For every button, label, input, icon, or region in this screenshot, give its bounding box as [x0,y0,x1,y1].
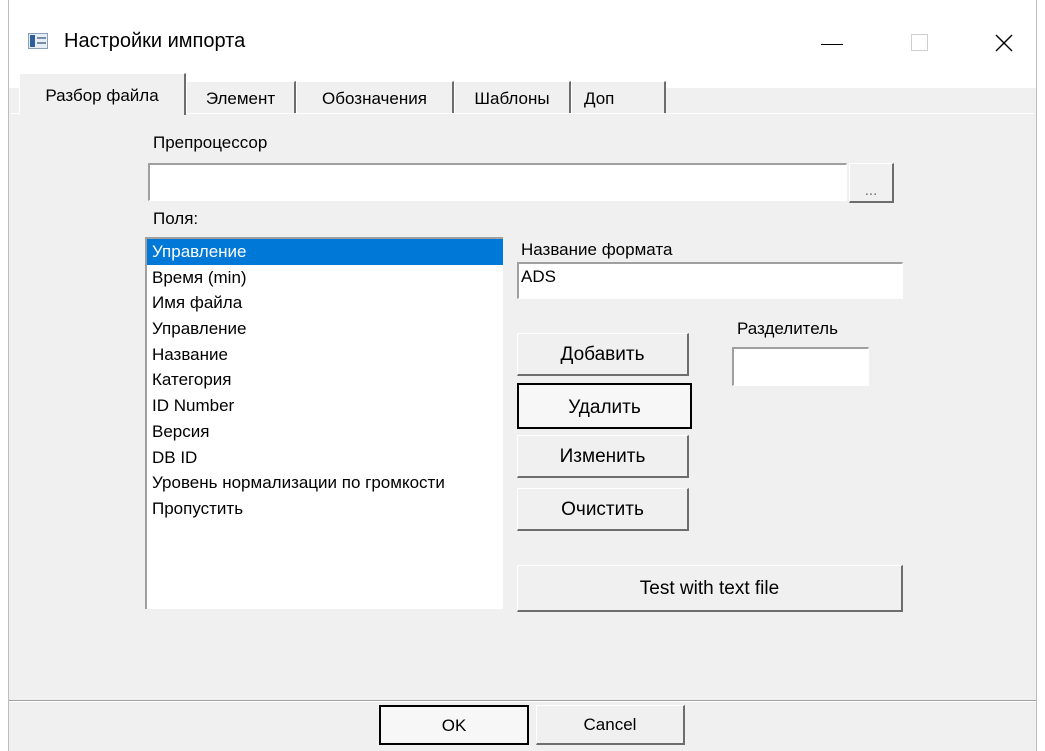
close-icon [995,34,1013,52]
tab-file-parsing[interactable]: Разбор файла [19,73,186,115]
list-item[interactable]: Пропустить [147,496,503,522]
window-title: Настройки импорта [64,30,246,52]
separator-input[interactable] [732,347,869,386]
preprocessor-label: Препроцессор [153,133,268,152]
tab-extra[interactable]: Доп [571,81,666,113]
browse-preprocessor-button[interactable]: ... [849,163,894,203]
cancel-button[interactable]: Cancel [536,705,685,745]
list-item[interactable]: Управление [147,239,503,265]
separator-label: Разделитель [737,319,838,338]
list-item[interactable]: Управление [147,316,503,342]
list-item[interactable]: Имя файла [147,290,503,316]
list-item[interactable]: Версия [147,419,503,445]
edit-button[interactable]: Изменить [517,435,689,478]
list-item[interactable]: ID Number [147,393,503,419]
fields-label: Поля: [153,209,199,228]
fields-listbox[interactable]: Управление Время (min) Имя файла Управле… [145,237,503,609]
minimize-button[interactable] [802,20,862,66]
maximize-button[interactable] [891,20,951,66]
format-name-label: Название формата [521,240,673,259]
add-button[interactable]: Добавить [517,333,689,376]
list-item[interactable]: DB ID [147,445,503,471]
ok-button[interactable]: OK [379,705,529,745]
clear-button[interactable]: Очистить [517,488,689,531]
close-button[interactable] [974,20,1034,66]
tab-element[interactable]: Элемент [186,81,296,113]
app-window-icon [28,33,48,49]
delete-button[interactable]: Удалить [517,383,692,429]
list-item[interactable]: Уровень нормализации по громкости [147,470,503,496]
tab-designations[interactable]: Обозначения [296,81,454,113]
test-with-text-file-button[interactable]: Test with text file [517,565,903,612]
list-item[interactable]: Название [147,342,503,368]
import-settings-dialog: Настройки импорта Разбор файла Элемент О… [8,0,1037,751]
list-item[interactable]: Категория [147,367,503,393]
preprocessor-input[interactable] [148,163,847,201]
list-item[interactable]: Время (min) [147,265,503,291]
format-name-input[interactable]: ADS [517,262,903,299]
tab-templates[interactable]: Шаблоны [454,81,571,113]
